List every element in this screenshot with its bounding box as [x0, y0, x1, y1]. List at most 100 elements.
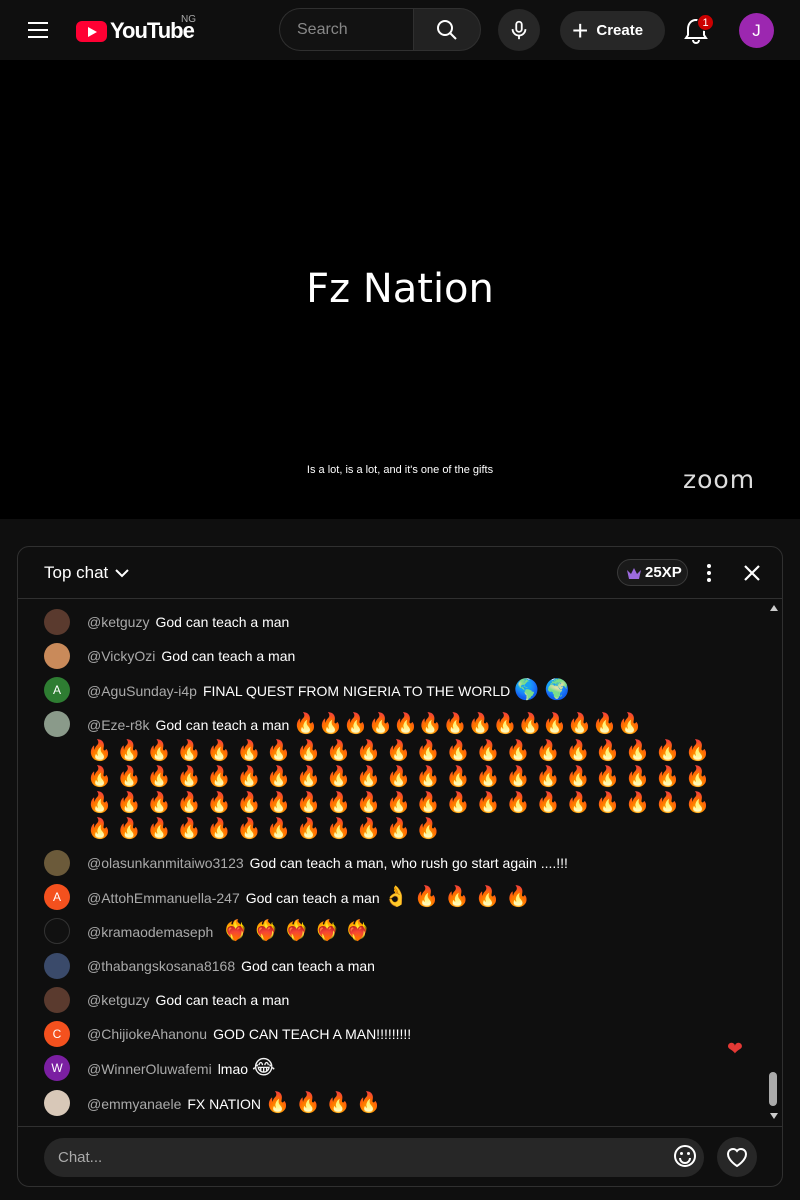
author-name[interactable]: @ChijiokeAhanonu: [87, 1026, 207, 1042]
fire-emoji-row: 🔥🔥🔥🔥🔥🔥🔥🔥🔥🔥🔥🔥🔥🔥🔥🔥🔥🔥🔥🔥🔥: [87, 766, 715, 788]
avatar[interactable]: C: [44, 1021, 70, 1047]
fire-emoji-row: 🔥🔥🔥🔥🔥🔥🔥🔥🔥🔥🔥🔥: [87, 818, 446, 840]
scroll-up-arrow[interactable]: [770, 605, 778, 611]
message-text: FINAL QUEST FROM NIGERIA TO THE WORLD: [202, 683, 511, 699]
notification-badge: 1: [697, 14, 714, 31]
zoom-watermark: zoom: [683, 465, 756, 494]
floating-heart-icon: ❤: [727, 1039, 743, 1060]
chat-input[interactable]: [58, 1149, 658, 1166]
more-vert-icon: [707, 564, 711, 568]
chat-message: @emmyanaele FX NATION 🔥 🔥 🔥 🔥: [44, 1090, 744, 1119]
more-options-button[interactable]: [700, 561, 718, 585]
create-button[interactable]: + Create: [560, 11, 665, 50]
message-text: GOD CAN TEACH A MAN!!!!!!!!!: [213, 1026, 412, 1042]
author-name[interactable]: @AttohEmmanuella-247: [87, 890, 240, 906]
message-text: God can teach a man: [161, 648, 296, 664]
microphone-icon: [511, 20, 527, 40]
chat-input-field[interactable]: [44, 1138, 704, 1177]
chat-mode-label: Top chat: [44, 563, 109, 582]
chevron-down-icon: [115, 569, 129, 578]
message-emoji: 🔥 🔥 🔥 🔥: [265, 1092, 382, 1114]
youtube-logo[interactable]: YouTube: [76, 18, 195, 44]
youtube-play-icon: [76, 20, 107, 42]
live-chat-panel: Top chat 25XP @ketguzy God can teach a ma…: [17, 546, 783, 1187]
author-name[interactable]: @thabangskosana8168: [87, 958, 235, 974]
chat-message: C @ChijiokeAhanonu GOD CAN TEACH A MAN!!!…: [44, 1021, 744, 1049]
close-icon[interactable]: [740, 561, 764, 585]
avatar[interactable]: [44, 609, 70, 635]
top-bar: YouTube NG + Create 1 J: [0, 0, 800, 60]
chat-messages: @ketguzy God can teach a man @VickyOzi God…: [18, 600, 782, 1126]
message-text: God can teach a man: [245, 890, 380, 906]
chat-mode-dropdown[interactable]: Top chat: [44, 563, 130, 583]
message-text: lmao: [217, 1061, 249, 1077]
search-box[interactable]: [279, 8, 413, 51]
country-code: NG: [181, 14, 196, 25]
scrollbar-thumb[interactable]: [769, 1072, 777, 1106]
menu-button[interactable]: [18, 16, 60, 44]
video-player[interactable]: Fz Nation Is a lot, is a lot, and it's o…: [0, 60, 800, 519]
avatar[interactable]: [44, 953, 70, 979]
author-name[interactable]: @emmyanaele: [87, 1096, 181, 1112]
crown-icon: [627, 567, 641, 579]
hamburger-icon: [28, 22, 48, 24]
search-icon: [437, 19, 457, 40]
chat-message: @kramaodemaseph ❤️‍🔥 ❤️‍🔥 ❤️‍🔥 ❤️‍🔥 ❤️‍🔥: [44, 918, 744, 947]
message-text: God can teach a man, who rush go start a…: [249, 855, 568, 871]
scroll-down-arrow[interactable]: [770, 1113, 778, 1119]
author-name[interactable]: @Eze-r8k: [87, 717, 149, 733]
avatar[interactable]: [44, 711, 70, 737]
author-name[interactable]: @ketguzy: [87, 992, 149, 1008]
avatar[interactable]: A: [44, 884, 70, 910]
chat-message: A @AguSunday-i4p FINAL QUEST FROM NIGERIA…: [44, 677, 744, 706]
search-button[interactable]: [413, 8, 481, 51]
message-text: God can teach a man: [155, 717, 290, 733]
chat-header: Top chat 25XP: [18, 547, 782, 599]
chat-message: @thabangskosana8168 God can teach a man: [44, 953, 744, 981]
author-name[interactable]: @AguSunday-i4p: [87, 683, 197, 699]
plus-icon: +: [572, 14, 589, 46]
emoji-picker-icon[interactable]: [672, 1143, 698, 1169]
message-emoji: ❤️‍🔥 ❤️‍🔥 ❤️‍🔥 ❤️‍🔥 ❤️‍🔥: [223, 920, 371, 942]
chat-message: @Eze-r8k God can teach a man 🔥🔥🔥🔥🔥🔥🔥🔥🔥🔥🔥🔥🔥…: [44, 711, 744, 740]
message-emoji: 👌 🔥 🔥 🔥 🔥: [383, 886, 531, 908]
avatar[interactable]: W: [44, 1055, 70, 1081]
video-title-card: Fz Nation: [306, 266, 494, 312]
author-name[interactable]: @olasunkanmitaiwo3123: [87, 855, 244, 871]
chat-message: @ketguzy God can teach a man: [44, 609, 744, 637]
avatar[interactable]: A: [44, 677, 70, 703]
avatar[interactable]: [44, 643, 70, 669]
message-text: God can teach a man: [155, 614, 290, 630]
avatar[interactable]: [44, 1090, 70, 1116]
message-emoji: 🌎 🌍: [514, 679, 570, 701]
message-text: God can teach a man: [241, 958, 375, 974]
fire-emoji-row: 🔥🔥🔥🔥🔥🔥🔥🔥🔥🔥🔥🔥🔥🔥🔥🔥🔥🔥🔥🔥🔥: [87, 740, 715, 762]
avatar[interactable]: [44, 850, 70, 876]
message-text: God can teach a man: [155, 992, 290, 1008]
heart-icon: [726, 1148, 748, 1168]
search-input[interactable]: [297, 20, 413, 39]
message-emoji: 🔥🔥🔥🔥🔥🔥🔥🔥🔥🔥🔥🔥🔥🔥: [293, 713, 642, 735]
account-avatar[interactable]: J: [739, 13, 774, 48]
author-name[interactable]: @VickyOzi: [87, 648, 155, 664]
chat-message: @olasunkanmitaiwo3123 God can teach a man…: [44, 850, 744, 878]
author-name[interactable]: @WinnerOluwafemi: [87, 1061, 212, 1077]
video-caption: Is a lot, is a lot, and it's one of the …: [306, 464, 494, 476]
chat-input-row: [18, 1126, 782, 1186]
message-emoji: 😂: [252, 1057, 276, 1079]
author-name[interactable]: @kramaodemaseph: [87, 924, 213, 940]
avatar[interactable]: [44, 987, 70, 1013]
voice-search-button[interactable]: [498, 9, 540, 51]
create-label: Create: [596, 22, 644, 39]
chat-message: W @WinnerOluwafemi lmao 😂: [44, 1055, 744, 1084]
heart-reaction-button[interactable]: [717, 1137, 757, 1177]
chat-message: @VickyOzi God can teach a man: [44, 643, 744, 671]
author-name[interactable]: @ketguzy: [87, 614, 149, 630]
xp-badge[interactable]: 25XP: [617, 559, 688, 586]
chat-message: @ketguzy God can teach a man: [44, 987, 744, 1015]
fire-emoji-row: 🔥🔥🔥🔥🔥🔥🔥🔥🔥🔥🔥🔥🔥🔥🔥🔥🔥🔥🔥🔥🔥: [87, 792, 715, 814]
chat-message: A @AttohEmmanuella-247 God can teach a ma…: [44, 884, 744, 913]
message-text: FX NATION: [187, 1096, 262, 1112]
xp-label: 25XP: [645, 564, 682, 581]
avatar[interactable]: [44, 918, 70, 944]
